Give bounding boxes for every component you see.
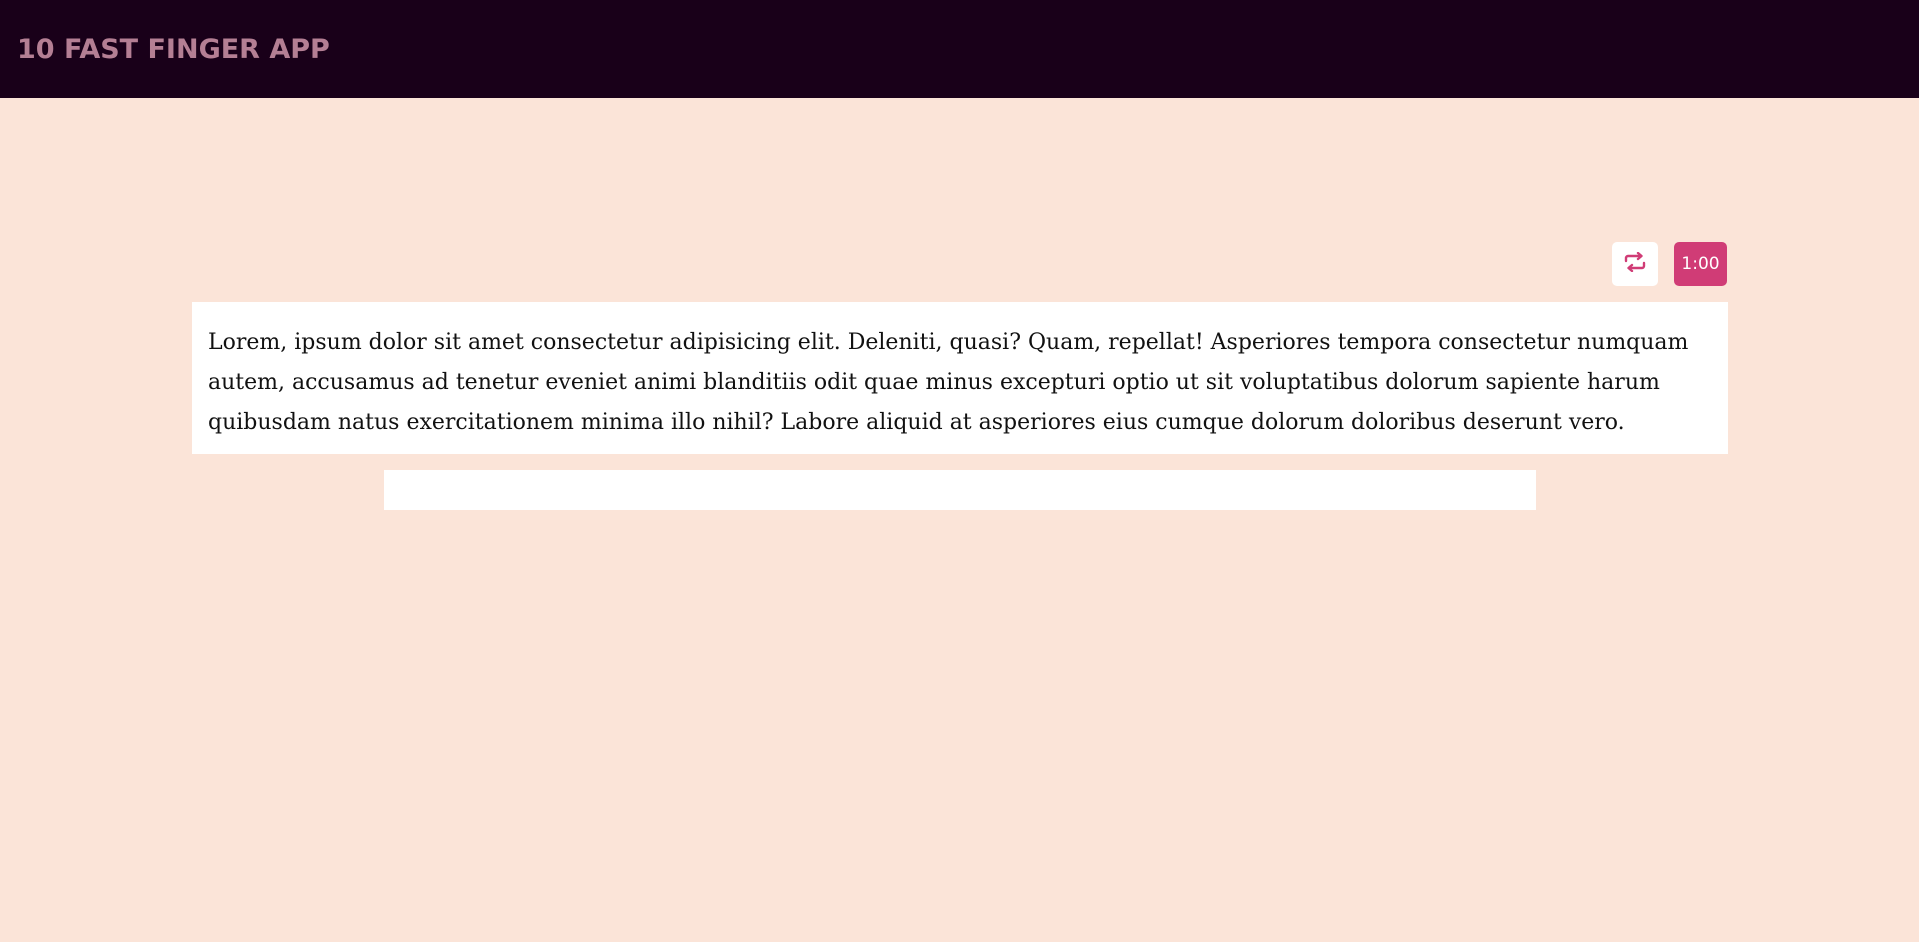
typing-input[interactable] (384, 470, 1536, 510)
reset-button[interactable] (1612, 242, 1658, 286)
app-title[interactable]: 10 FAST FINGER APP (17, 34, 330, 65)
typing-passage: Lorem, ipsum dolor sit amet consectetur … (192, 302, 1728, 454)
repeat-icon (1623, 251, 1647, 276)
timer-badge: 1:00 (1674, 242, 1727, 286)
navbar: 10 FAST FINGER APP (0, 0, 1919, 98)
controls-bar: 1:00 (1612, 242, 1727, 286)
